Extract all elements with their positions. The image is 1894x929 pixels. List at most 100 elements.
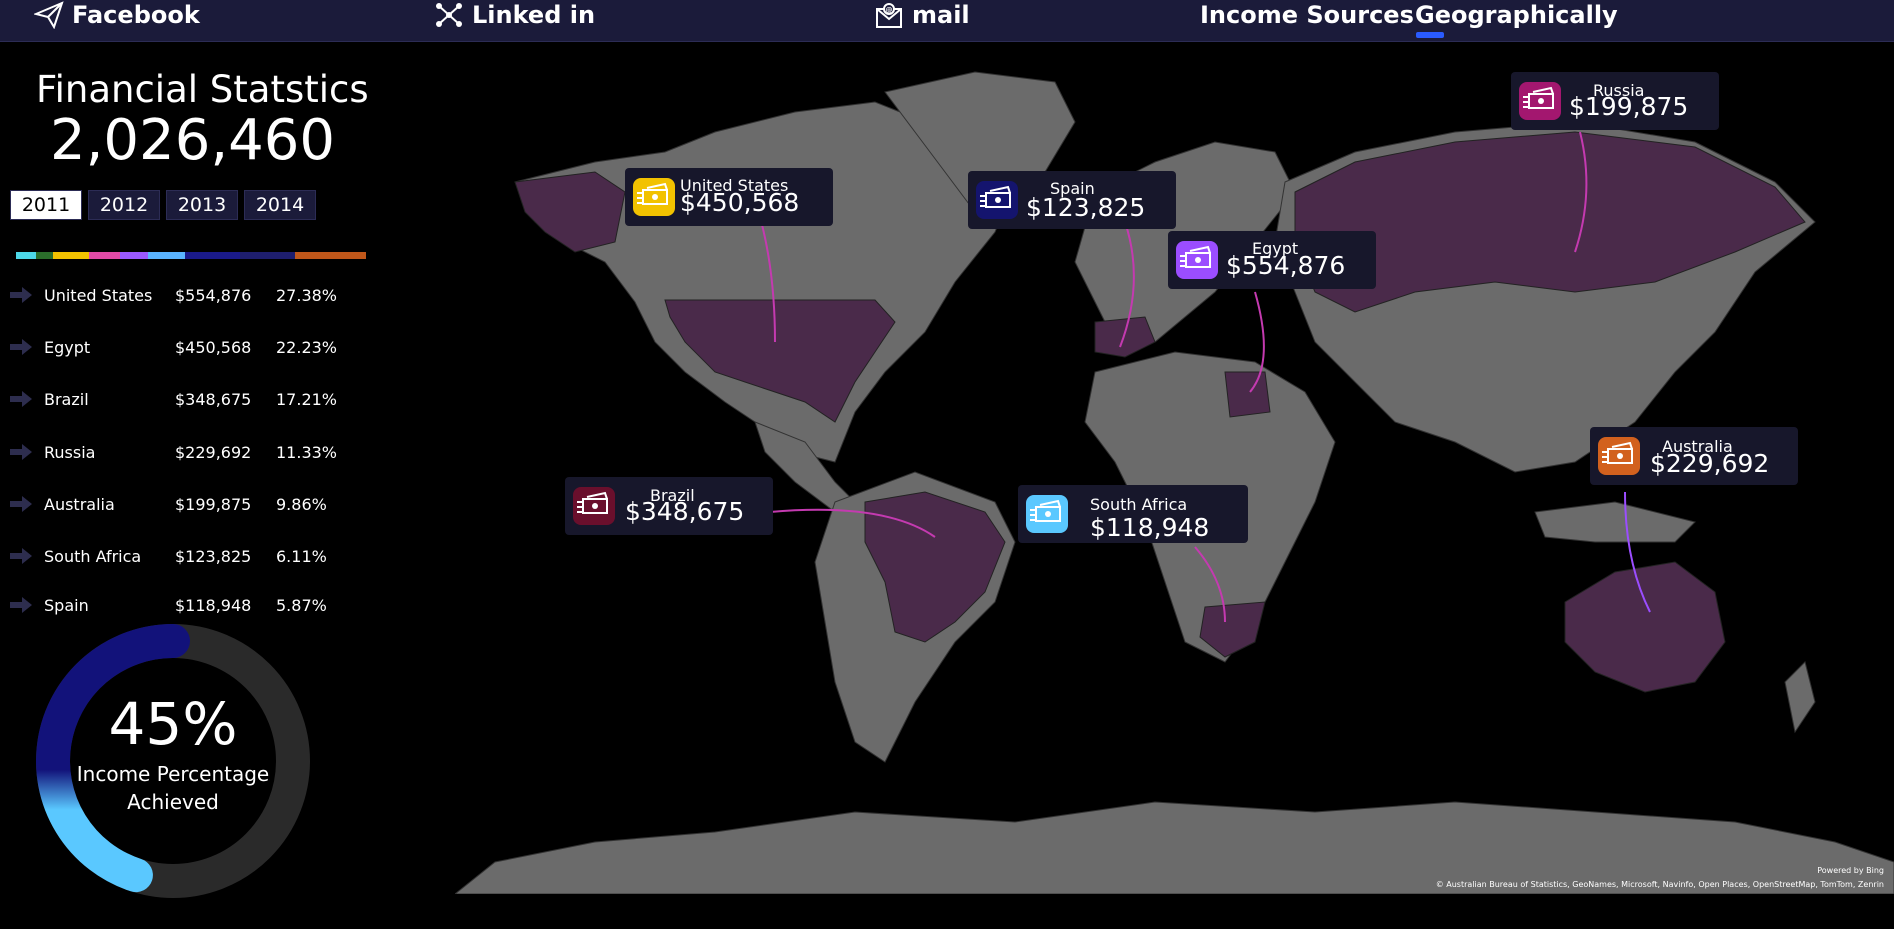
country-value: $123,825	[175, 546, 252, 566]
tab-geographically[interactable]: Geographically	[1415, 0, 1618, 30]
page-title: Financial Statstics	[36, 68, 369, 111]
map-land-new-zealand	[1784, 661, 1816, 734]
country-row: Australia $199,875 9.86%	[8, 489, 358, 519]
country-percentage: 27.38%	[276, 285, 338, 305]
country-percentage: 22.23%	[276, 337, 338, 357]
donut-fill	[36, 624, 190, 893]
country-row: South Africa $123,825 6.11%	[8, 541, 358, 571]
mail-icon: @	[876, 3, 902, 28]
country-percentage: 17.21%	[276, 389, 338, 409]
arrow-right-icon	[10, 287, 32, 303]
donut-percentage: 45%	[108, 690, 238, 758]
map-spain	[1094, 316, 1156, 358]
country-value: $199,875	[175, 494, 252, 514]
map-land-indonesia	[1534, 501, 1696, 543]
year-button-2013[interactable]: 2013	[166, 190, 238, 220]
money-icon	[976, 181, 1018, 219]
arrow-right-icon	[10, 548, 32, 564]
country-row: Russia $229,692 11.33%	[8, 437, 358, 467]
arrow-right-icon	[10, 444, 32, 460]
year-button-2014[interactable]: 2014	[244, 190, 316, 220]
country-row: Egypt $450,568 22.23%	[8, 332, 358, 362]
nav-facebook[interactable]: Facebook	[34, 0, 200, 30]
nav-facebook-label: Facebook	[72, 1, 200, 29]
country-name: Australia	[44, 494, 115, 514]
legend-color-segment	[36, 252, 53, 259]
tab-income-sources-label: Income Sources	[1200, 1, 1414, 29]
nav-mail[interactable]: @ mail	[874, 0, 970, 30]
arrow-right-icon	[10, 597, 32, 613]
arrow-right-icon	[10, 339, 32, 355]
callout-russia[interactable]: Russia $199,875	[1511, 72, 1719, 130]
country-name: South Africa	[44, 546, 142, 566]
money-icon	[1026, 495, 1068, 533]
country-row: Spain $118,948 5.87%	[8, 590, 358, 620]
country-value: $348,675	[175, 389, 252, 409]
country-percentage: 5.87%	[276, 595, 327, 615]
map-attribution-powered: Powered by Bing	[1817, 866, 1884, 875]
money-icon	[573, 487, 615, 525]
legend-color-segment	[89, 252, 121, 259]
callout-country-value: $554,876	[1226, 251, 1346, 280]
country-name: Egypt	[44, 337, 91, 357]
year-slicer: 2011 2012 2013 2014	[10, 190, 316, 220]
legend-color-segment	[16, 252, 37, 259]
paper-plane-icon	[34, 1, 64, 29]
callout-country-value: $450,568	[680, 188, 800, 217]
arrow-right-icon	[10, 391, 32, 407]
legend-color-segment	[52, 252, 90, 259]
country-name: Brazil	[44, 389, 89, 409]
map-attribution-sources: © Australian Bureau of Statistics, GeoNa…	[1435, 880, 1884, 889]
map-egypt	[1224, 371, 1271, 418]
country-row: Brazil $348,675 17.21%	[8, 384, 358, 414]
nav-linkedin[interactable]: Linked in	[434, 0, 595, 30]
donut-label-line2: Achieved	[127, 790, 219, 814]
country-value: $118,948	[175, 595, 252, 615]
country-value: $450,568	[175, 337, 252, 357]
money-icon	[1598, 437, 1640, 475]
callout-country-value: $118,948	[1090, 513, 1210, 542]
year-button-2011[interactable]: 2011	[10, 190, 82, 220]
callout-country-value: $348,675	[625, 497, 745, 526]
active-tab-indicator	[1416, 32, 1444, 38]
callout-australia[interactable]: Australia $229,692	[1590, 427, 1798, 485]
callout-united-states[interactable]: United States $450,568	[625, 168, 833, 226]
svg-text:@: @	[886, 6, 893, 14]
country-percentage: 11.33%	[276, 442, 338, 462]
legend-color-segment	[147, 252, 185, 259]
country-value: $554,876	[175, 285, 252, 305]
legend-color-segment	[239, 252, 295, 259]
tab-income-sources[interactable]: Income Sources	[1200, 0, 1414, 30]
money-icon	[1519, 82, 1561, 120]
callout-south-africa[interactable]: South Africa $118,948	[1018, 485, 1248, 543]
legend-color-segment	[294, 252, 366, 259]
total-value: 2,026,460	[50, 108, 336, 173]
arrow-right-icon	[10, 496, 32, 512]
nav-linkedin-label: Linked in	[472, 1, 596, 29]
callout-spain[interactable]: Spain $123,825	[968, 171, 1176, 229]
country-name: Spain	[44, 595, 89, 615]
callout-brazil[interactable]: Brazil $348,675	[565, 477, 773, 535]
map-australia	[1564, 561, 1726, 693]
country-value: $229,692	[175, 442, 252, 462]
map-alaska	[514, 171, 626, 253]
year-button-2012[interactable]: 2012	[88, 190, 160, 220]
legend-color-segment	[120, 252, 148, 259]
legend-color-segment	[184, 252, 240, 259]
callout-country-value: $123,825	[1026, 193, 1146, 222]
country-percentage: 6.11%	[276, 546, 327, 566]
country-name: Russia	[44, 442, 96, 462]
donut-label-line1: Income Percentage	[76, 762, 270, 786]
tab-geographically-label: Geographically	[1415, 1, 1618, 29]
country-name: United States	[44, 285, 153, 305]
callout-country-name: South Africa	[1090, 495, 1188, 514]
donut-label: Income Percentage Achieved	[36, 760, 310, 816]
money-icon	[1176, 241, 1218, 279]
callout-country-value: $229,692	[1650, 449, 1770, 478]
top-nav-bar: Facebook Linked in @ mail Income Sources…	[0, 0, 1894, 42]
callout-country-value: $199,875	[1569, 92, 1689, 121]
network-icon	[436, 3, 462, 27]
money-icon	[633, 178, 675, 216]
color-legend-strip	[16, 252, 366, 259]
callout-egypt[interactable]: Egypt $554,876	[1168, 231, 1376, 289]
